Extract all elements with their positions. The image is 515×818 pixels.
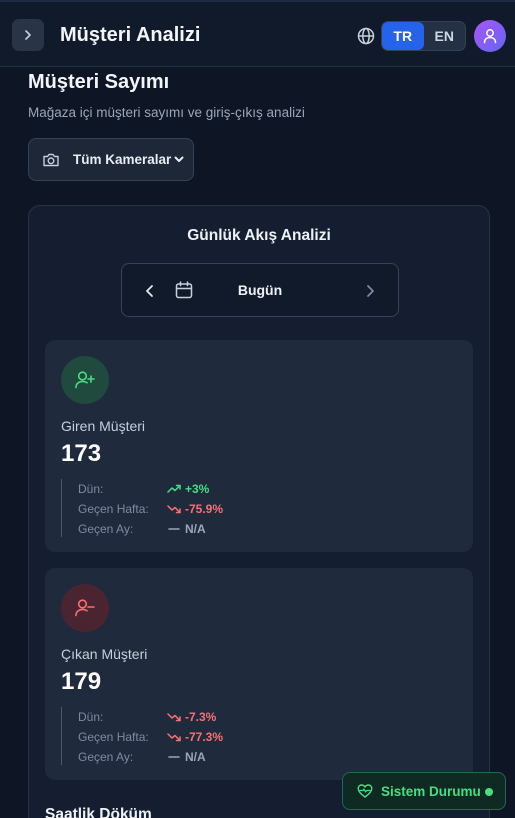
camera-filter-select[interactable]: Tüm Kameralar [28, 138, 194, 181]
sidebar-toggle-button[interactable] [12, 19, 44, 51]
trend-down-icon [167, 733, 181, 742]
trend-up-icon [167, 484, 181, 493]
comparison-row: Geçen Ay: N/A [78, 747, 361, 767]
user-avatar[interactable] [474, 20, 506, 52]
system-status-button[interactable]: Sistem Durumu [342, 772, 506, 810]
comparison-row: Dün: -7.3% [78, 707, 361, 727]
comparison-row: Dün: +3% [78, 479, 361, 499]
hourly-breakdown-title: Saatlik Döküm [45, 806, 152, 818]
app-title: Müşteri Analizi [60, 24, 201, 46]
exited-value: 179 [61, 668, 102, 695]
chevron-right-icon [25, 30, 31, 40]
minus-icon [168, 756, 180, 758]
comparison-value: -77.3% [185, 730, 224, 744]
next-date-icon[interactable] [360, 281, 380, 301]
entered-comparisons: Dün: +3% Geçen Hafta: -75.9% Geçen Ay: N… [61, 479, 361, 537]
chevron-down-icon [174, 156, 184, 162]
date-label: Bugün [237, 282, 283, 298]
trend-down-icon [167, 713, 181, 722]
language-en-button[interactable]: EN [424, 22, 466, 50]
language-switch: TR EN [381, 21, 466, 51]
comparison-row: Geçen Hafta: -77.3% [78, 727, 361, 747]
comparison-label: Dün: [78, 482, 104, 496]
exited-comparisons: Dün: -7.3% Geçen Hafta: -77.3% Geçen Ay: [61, 707, 361, 765]
comparison-value: -7.3% [185, 710, 217, 724]
exited-customers-card: Çıkan Müşteri 179 Dün: -7.3% Geçen Hafta… [45, 568, 473, 780]
comparison-row: Geçen Ay: N/A [78, 519, 361, 539]
daily-flow-panel: Günlük Akış Analizi Bugün Giren Müşteri … [28, 205, 490, 818]
comparison-label: Geçen Ay: [78, 522, 134, 536]
entered-value: 173 [61, 440, 102, 467]
comparison-value: -75.9% [185, 502, 224, 516]
page-subtitle: Mağaza içi müşteri sayımı ve giriş-çıkış… [28, 105, 305, 120]
comparison-label: Dün: [78, 710, 104, 724]
entered-label: Giren Müşteri [61, 418, 146, 434]
user-minus-icon [75, 599, 95, 617]
comparison-row: Geçen Hafta: -75.9% [78, 499, 361, 519]
page-title: Müşteri Sayımı [28, 71, 170, 93]
entered-customers-card: Giren Müşteri 173 Dün: +3% Geçen Hafta: … [45, 340, 473, 552]
globe-icon[interactable] [356, 26, 376, 46]
minus-icon [168, 528, 180, 530]
top-bar: Müşteri Analizi TR EN [0, 0, 515, 67]
comparison-value: +3% [185, 482, 210, 496]
status-indicator-dot [485, 788, 493, 796]
comparison-label: Geçen Hafta: [78, 730, 149, 744]
comparison-value: N/A [185, 750, 206, 764]
comparison-value: N/A [185, 522, 206, 536]
exited-icon-badge [61, 584, 109, 632]
comparison-label: Geçen Hafta: [78, 502, 149, 516]
comparison-label: Geçen Ay: [78, 750, 134, 764]
user-icon [483, 29, 497, 44]
language-tr-button[interactable]: TR [382, 22, 424, 50]
user-plus-icon [75, 371, 95, 389]
camera-filter-value: Tüm Kameralar [73, 152, 172, 167]
heart-pulse-icon [357, 784, 373, 798]
trend-down-icon [167, 505, 181, 514]
exited-label: Çıkan Müşteri [61, 646, 148, 662]
entered-icon-badge [61, 356, 109, 404]
camera-icon [43, 153, 59, 166]
system-status-label: Sistem Durumu [381, 783, 481, 799]
panel-title: Günlük Akış Analizi [187, 227, 331, 244]
date-navigator: Bugün [121, 263, 399, 317]
